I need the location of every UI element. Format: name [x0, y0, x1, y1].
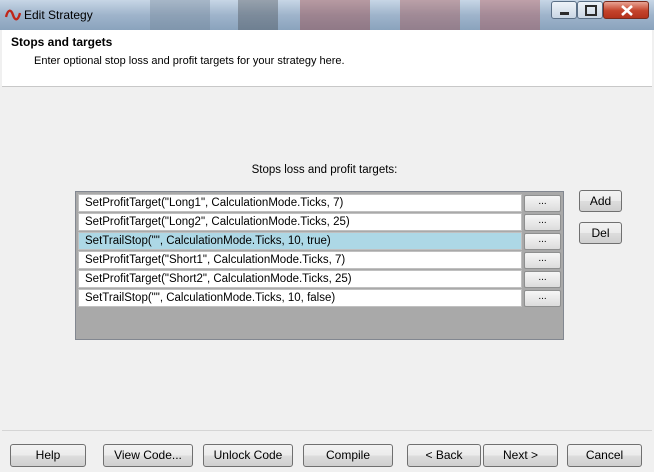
list-item-text[interactable]: SetTrailStop("", CalculationMode.Ticks, … — [78, 289, 522, 307]
compile-button[interactable]: Compile — [303, 444, 393, 467]
list-item-text[interactable]: SetProfitTarget("Long1", CalculationMode… — [78, 194, 522, 212]
list-item[interactable]: SetProfitTarget("Long2", CalculationMode… — [78, 213, 561, 232]
title-bar-background-blur — [238, 0, 278, 30]
unlock-code-button[interactable]: Unlock Code — [203, 444, 293, 467]
targets-label-container: Stops loss and profit targets: — [0, 164, 654, 176]
minimize-icon — [560, 12, 569, 15]
title-bar[interactable]: Edit Strategy — [0, 0, 654, 30]
app-logo-icon — [5, 9, 21, 21]
edit-item-button[interactable]: ... — [524, 214, 561, 231]
stops-targets-list[interactable]: SetProfitTarget("Long1", CalculationMode… — [75, 191, 564, 340]
close-icon — [621, 5, 633, 16]
wizard-header: Stops and targets Enter optional stop lo… — [2, 30, 652, 87]
add-button[interactable]: Add — [579, 190, 622, 212]
maximize-button[interactable] — [577, 1, 603, 19]
cancel-button[interactable]: Cancel — [567, 444, 642, 467]
header-title: Stops and targets — [11, 35, 113, 49]
list-item[interactable]: SetTrailStop("", CalculationMode.Ticks, … — [78, 289, 561, 308]
list-item-text[interactable]: SetProfitTarget("Short1", CalculationMod… — [78, 251, 522, 269]
view-code-button[interactable]: View Code... — [103, 444, 193, 467]
delete-button[interactable]: Del — [579, 222, 622, 244]
list-item[interactable]: SetProfitTarget("Short2", CalculationMod… — [78, 270, 561, 289]
targets-label: Stops loss and profit targets: — [251, 164, 398, 176]
next-button[interactable]: Next > — [483, 444, 558, 467]
back-button[interactable]: < Back — [407, 444, 481, 467]
title-bar-background-blur — [150, 0, 210, 30]
edit-item-button[interactable]: ... — [524, 252, 561, 269]
minimize-button[interactable] — [551, 1, 577, 19]
header-subtitle: Enter optional stop loss and profit targ… — [34, 55, 345, 67]
list-item-text[interactable]: SetTrailStop("", CalculationMode.Ticks, … — [78, 232, 522, 250]
edit-item-button[interactable]: ... — [524, 233, 561, 250]
close-button[interactable] — [603, 1, 649, 19]
list-item-text[interactable]: SetProfitTarget("Long2", CalculationMode… — [78, 213, 522, 231]
edit-item-button[interactable]: ... — [524, 271, 561, 288]
list-item[interactable]: SetProfitTarget("Long1", CalculationMode… — [78, 194, 561, 213]
title-bar-background-blur — [300, 0, 370, 30]
title-bar-background-blur — [400, 0, 460, 30]
help-button[interactable]: Help — [10, 444, 86, 467]
footer-divider — [2, 430, 652, 431]
window-title: Edit Strategy — [24, 8, 93, 22]
title-bar-background-blur — [480, 0, 540, 30]
edit-strategy-window: Edit Strategy Stops and targets Enter op… — [0, 0, 654, 472]
list-item-text[interactable]: SetProfitTarget("Short2", CalculationMod… — [78, 270, 522, 288]
list-item-selected[interactable]: SetTrailStop("", CalculationMode.Ticks, … — [78, 232, 561, 251]
maximize-icon — [585, 5, 597, 16]
edit-item-button[interactable]: ... — [524, 290, 561, 307]
edit-item-button[interactable]: ... — [524, 195, 561, 212]
list-item[interactable]: SetProfitTarget("Short1", CalculationMod… — [78, 251, 561, 270]
